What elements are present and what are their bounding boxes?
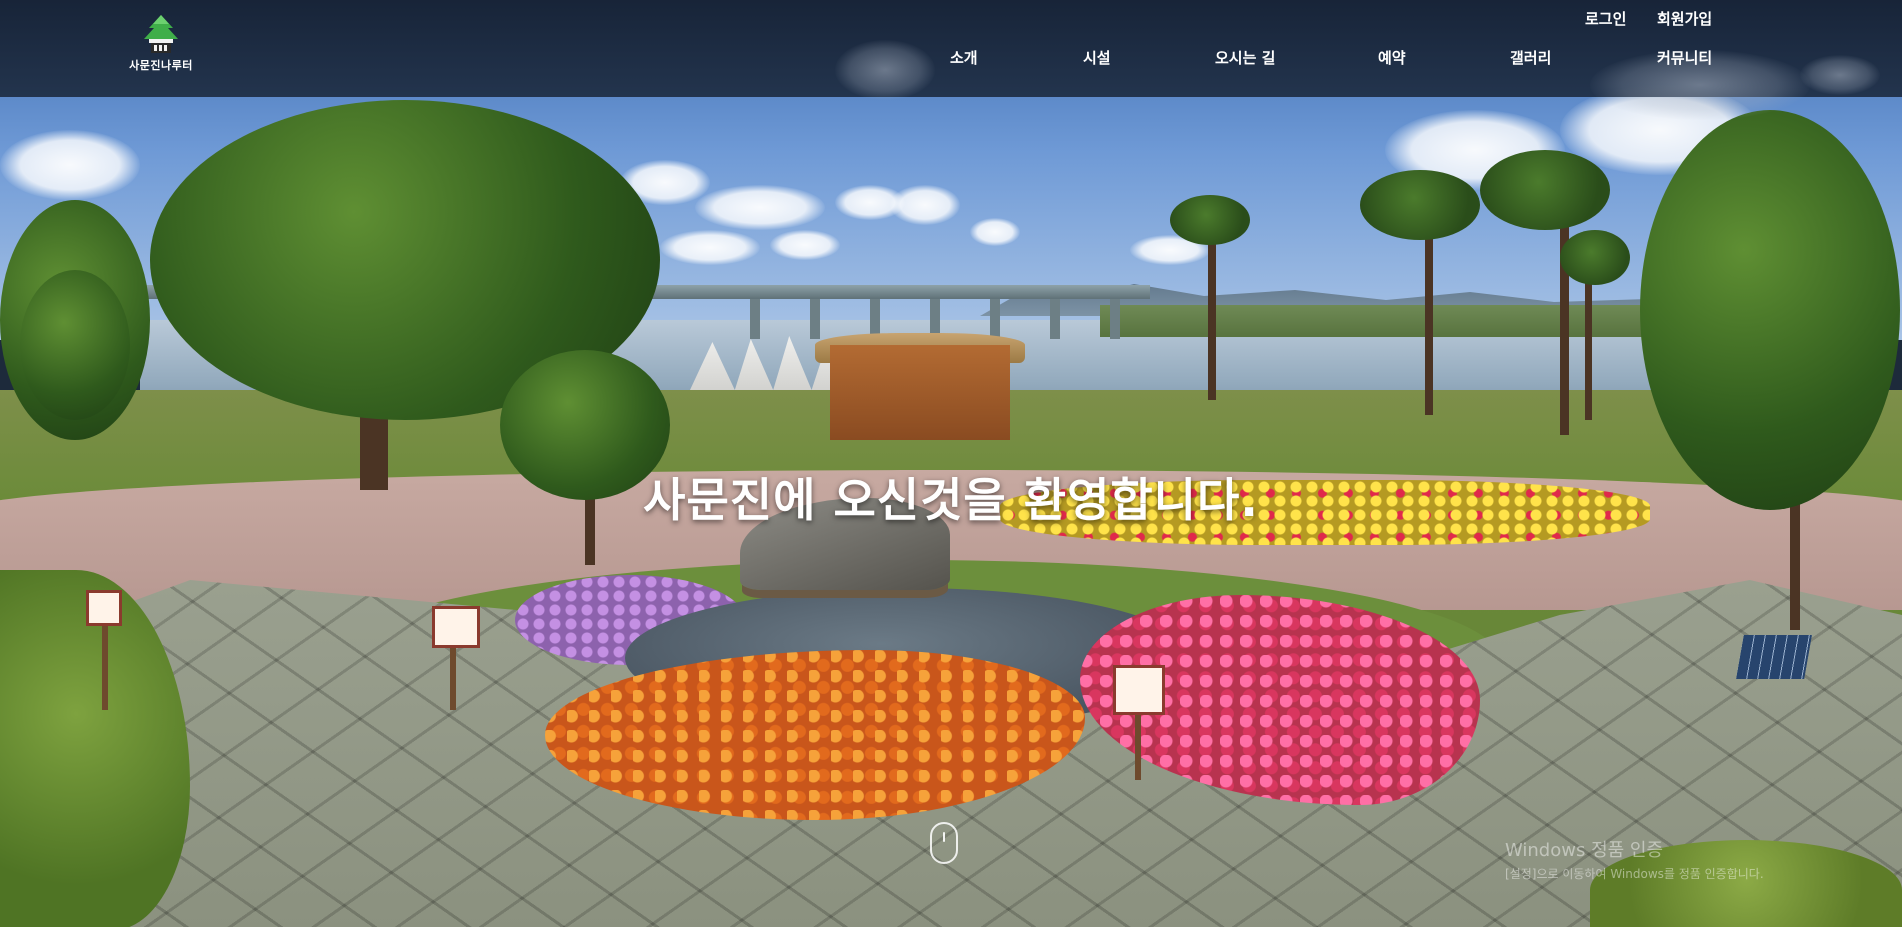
login-link[interactable]: 로그인	[1585, 8, 1626, 29]
sign-post	[102, 620, 108, 710]
cloud	[890, 185, 960, 225]
header-cloud	[835, 40, 935, 100]
solar-panel	[1736, 635, 1812, 679]
scroll-wheel	[943, 832, 945, 842]
cloud	[0, 130, 140, 200]
tree	[1640, 110, 1900, 510]
cloud	[770, 230, 840, 260]
join-link[interactable]: 회원가입	[1657, 8, 1712, 29]
pine-tree	[1170, 195, 1250, 245]
nav-item-directions[interactable]: 오시는 길	[1215, 47, 1275, 68]
bridge-pillar	[1110, 299, 1120, 339]
windows-activation-watermark: Windows 정품 인증 [설정]으로 이동하여 Windows를 정품 인증…	[1505, 836, 1764, 882]
nav-item-intro[interactable]: 소개	[950, 47, 978, 68]
page: 사문진나루터 로그인 회원가입 소개 시설 오시는 길 예약 갤러리 커뮤니티 …	[0, 0, 1902, 930]
bridge-pillar	[750, 299, 760, 339]
pavilion	[830, 345, 1010, 440]
pine-tree	[1560, 230, 1630, 285]
info-sign	[432, 606, 480, 648]
bridge-pillar	[1050, 299, 1060, 339]
pine-tree	[1480, 150, 1610, 230]
logo-link[interactable]: 사문진나루터	[122, 14, 200, 76]
nav-item-facilities[interactable]: 시설	[1083, 47, 1111, 68]
cloud	[695, 185, 825, 230]
header-cloud	[1800, 55, 1880, 95]
info-sign	[86, 590, 122, 626]
cloud	[970, 218, 1020, 246]
info-sign	[1113, 665, 1165, 715]
nav-item-reservation[interactable]: 예약	[1378, 47, 1406, 68]
pine-tree-pavilion-icon	[144, 15, 178, 53]
watermark-subtitle: [설정]으로 이동하여 Windows를 정품 인증합니다.	[1505, 867, 1764, 881]
sign-post	[450, 640, 456, 710]
far-riverbank	[1100, 305, 1720, 337]
pine-trunk	[1208, 230, 1216, 400]
cloud	[660, 230, 760, 265]
logo-text: 사문진나루터	[129, 59, 193, 72]
tree	[20, 270, 130, 420]
sign-post	[1135, 710, 1141, 780]
nav-item-gallery[interactable]: 갤러리	[1510, 47, 1551, 68]
watermark-title: Windows 정품 인증	[1505, 840, 1664, 861]
nav-item-community[interactable]: 커뮤니티	[1657, 47, 1712, 68]
bridge-pillar	[990, 299, 1000, 339]
bridge-pillar	[810, 299, 820, 339]
mouse-scroll-icon[interactable]	[930, 822, 958, 864]
hero-title: 사문진에 오신것을 환영합니다.	[643, 472, 1259, 527]
pine-tree	[1360, 170, 1480, 240]
site-header: 사문진나루터 로그인 회원가입 소개 시설 오시는 길 예약 갤러리 커뮤니티	[0, 0, 1902, 120]
